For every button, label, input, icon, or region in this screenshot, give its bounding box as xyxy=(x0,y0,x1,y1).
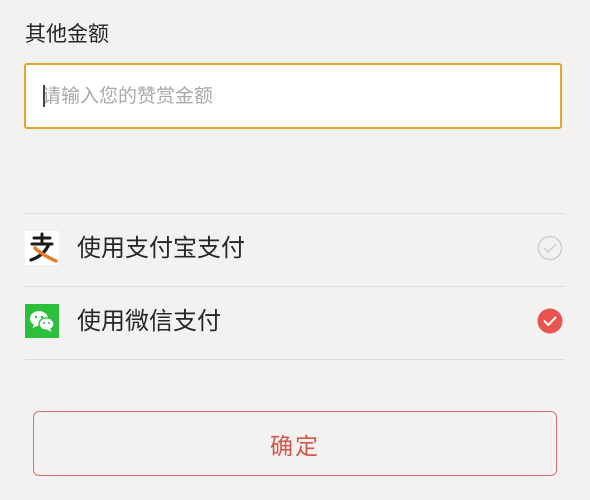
confirm-button[interactable]: 确定 xyxy=(33,411,557,476)
alipay-label: 使用支付宝支付 xyxy=(77,234,245,262)
payment-option-wechat[interactable]: 使用微信支付 xyxy=(25,286,565,358)
alipay-icon xyxy=(25,231,59,265)
wechat-pay-label: 使用微信支付 xyxy=(77,307,221,335)
unchecked-circle-icon[interactable] xyxy=(537,235,563,261)
amount-input[interactable] xyxy=(42,65,542,127)
checked-circle-icon[interactable] xyxy=(537,308,563,334)
text-caret xyxy=(43,85,45,107)
divider-bottom xyxy=(25,359,565,360)
amount-field[interactable] xyxy=(24,63,562,129)
other-amount-label: 其他金额 xyxy=(25,22,109,46)
wechat-pay-icon xyxy=(25,304,59,338)
payment-option-alipay[interactable]: 使用支付宝支付 xyxy=(25,213,565,285)
